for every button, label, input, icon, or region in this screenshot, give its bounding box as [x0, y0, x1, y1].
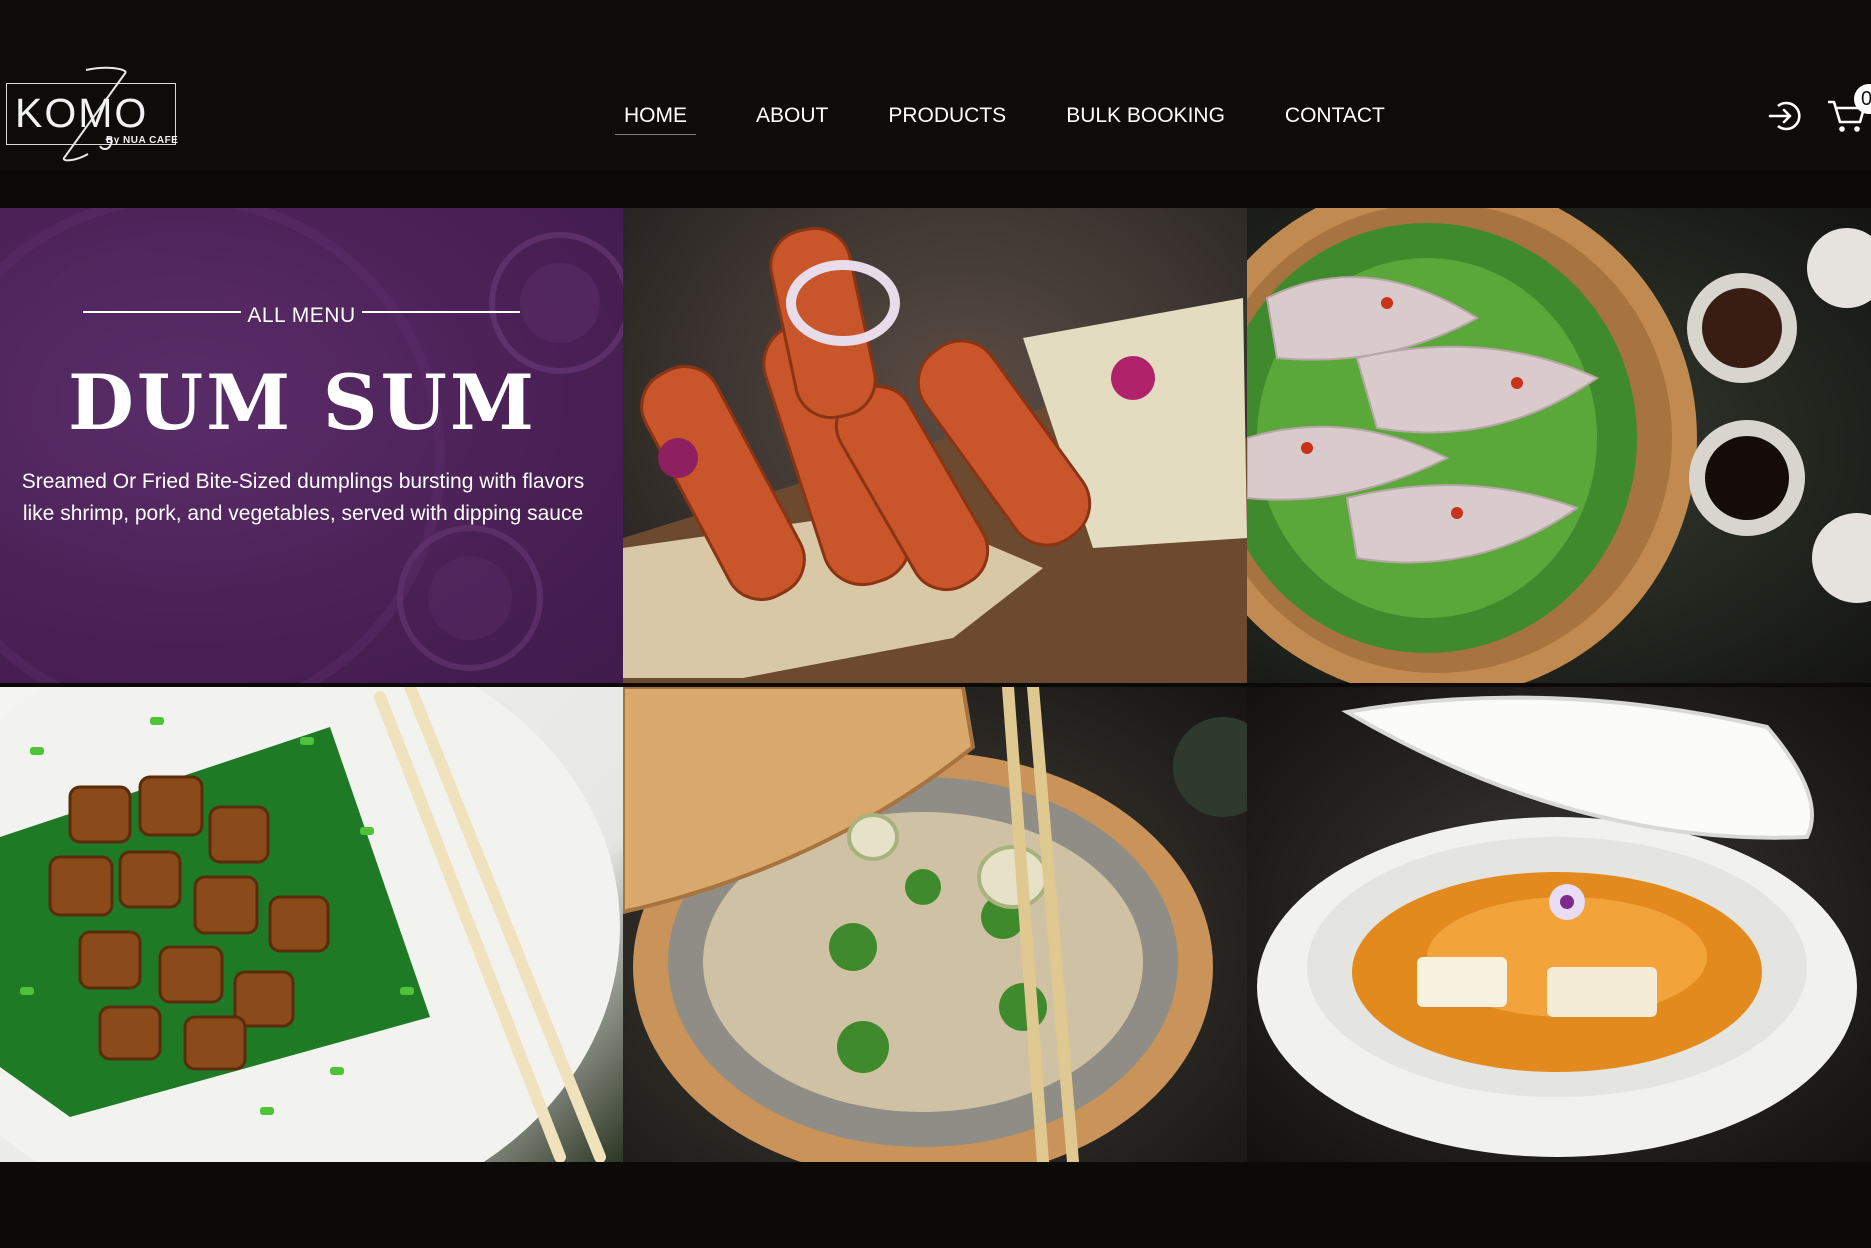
main-nav: HOME ABOUT PRODUCTS BULK BOOKING CONTACT [615, 104, 1445, 135]
promo-title: DUM SUM [67, 358, 538, 447]
nav-home[interactable]: HOME [615, 104, 696, 135]
login-arrow-icon[interactable] [1768, 98, 1804, 134]
brand-logo[interactable]: KOMO By NUA CAFE [6, 66, 186, 162]
site-header: KOMO By NUA CAFE HOME ABOUT PRODUCTS BUL… [0, 0, 1871, 170]
nav-products[interactable]: PRODUCTS [888, 104, 1006, 135]
logo-subtitle: By NUA CAFE [106, 135, 179, 146]
food-image-bamboo-steamer[interactable] [623, 687, 1247, 1162]
glazed-tofu-graphic [0, 687, 620, 1162]
promo-kicker: ALL MENU [247, 304, 356, 327]
dumplings-graphic [1247, 208, 1871, 683]
food-image-tagine-curry[interactable] [1247, 687, 1871, 1162]
nav-about[interactable]: ABOUT [756, 104, 828, 135]
promo-description: Sreamed Or Fried Bite-Sized dumplings bu… [21, 470, 585, 525]
food-image-glazed-tofu[interactable] [0, 687, 623, 1162]
header-actions: 0 [1768, 84, 1871, 142]
promo-tile: ALL MENU DUM SUM Sreamed Or Fried Bite-S… [0, 208, 623, 683]
logo-word: KOMO [15, 90, 149, 136]
food-image-dumplings[interactable] [1247, 208, 1871, 683]
footer-band [0, 1162, 1871, 1248]
nav-bulk-booking[interactable]: BULK BOOKING [1066, 104, 1225, 135]
nav-contact[interactable]: CONTACT [1285, 104, 1385, 135]
tagine-curry-graphic [1257, 695, 1857, 1157]
food-image-kebab-rolls[interactable] [623, 208, 1247, 683]
kebab-rolls-graphic [623, 226, 1247, 683]
bamboo-steamer-graphic [623, 687, 1247, 1162]
